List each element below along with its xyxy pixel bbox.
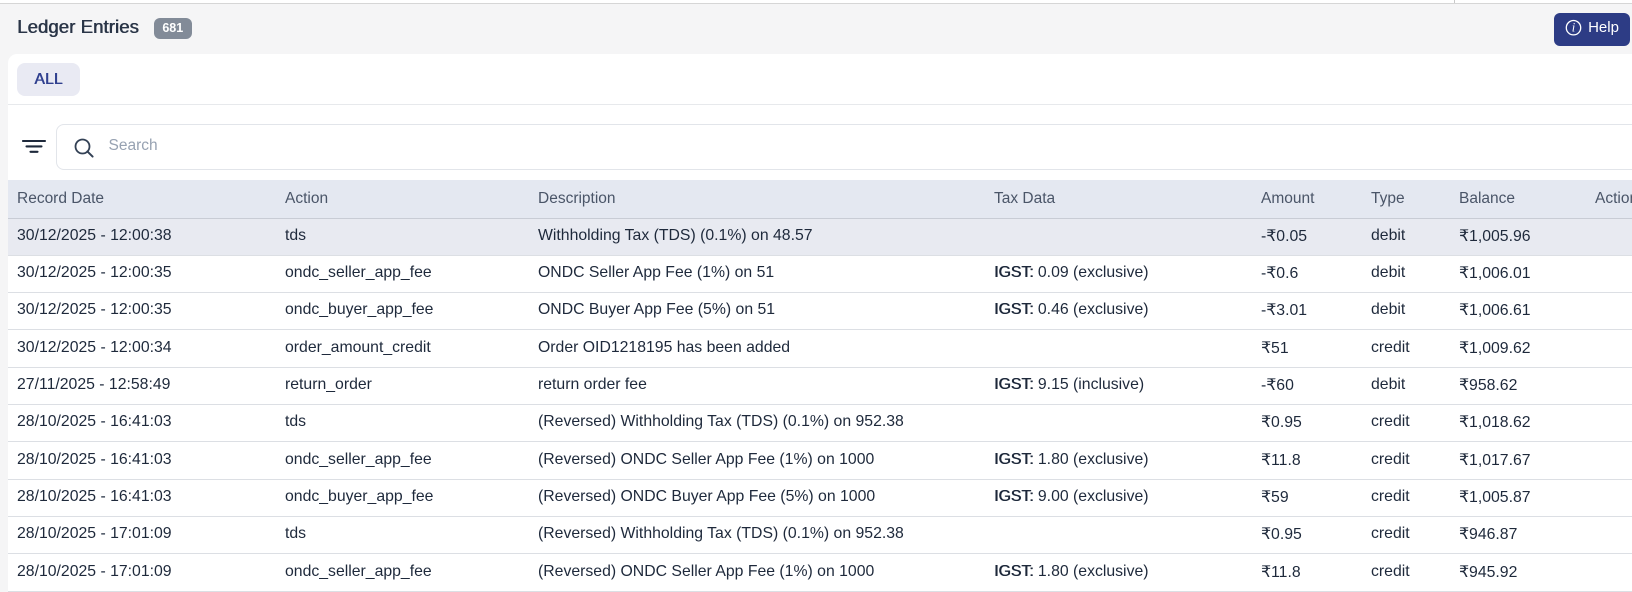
- svg-text:i: i: [1572, 21, 1576, 35]
